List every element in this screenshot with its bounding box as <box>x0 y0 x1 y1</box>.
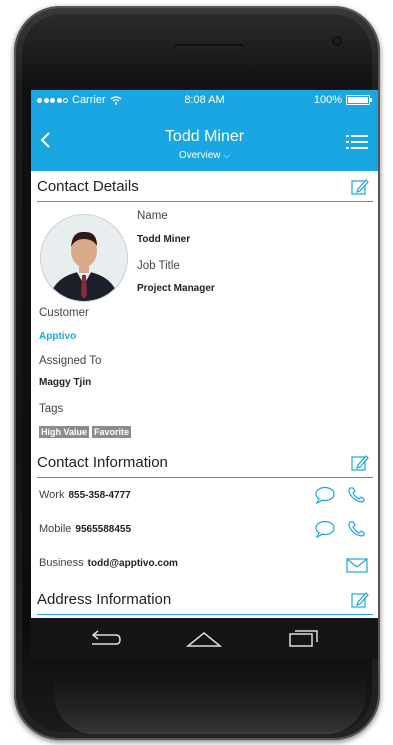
mobile-phone-label: Mobile <box>39 523 72 535</box>
work-phone-label: Work <box>39 489 65 501</box>
home-nav-icon[interactable] <box>186 626 222 650</box>
app-header: Carrier 8:08 AM 100% Todd Miner Overview… <box>31 90 378 171</box>
contact-information-heading: Contact Information <box>37 454 168 471</box>
edit-address-information-icon[interactable] <box>351 591 369 609</box>
mobile-phone-row: Mobile 9565588455 <box>39 523 131 535</box>
section-divider <box>37 614 373 615</box>
assigned-to-value: Maggy Tjin <box>39 377 92 388</box>
business-email-value: todd@apptivo.com <box>87 558 178 569</box>
tag-badge: High Value <box>39 426 90 438</box>
person-photo <box>41 215 127 301</box>
assigned-to-label: Assigned To <box>39 355 102 367</box>
earpiece-speaker <box>174 44 244 50</box>
work-phone-row: Work 855-358-4777 <box>39 489 131 501</box>
customer-link[interactable]: Apptivo <box>39 331 76 342</box>
tags-list: High Value Favorite <box>39 426 132 438</box>
contact-details-section: Contact Details <box>37 178 373 203</box>
job-title-value: Project Manager <box>137 283 215 294</box>
contact-avatar <box>40 214 128 302</box>
contact-details-heading: Contact Details <box>37 178 139 195</box>
recent-apps-nav-icon[interactable] <box>286 626 322 650</box>
contact-information-section: Contact Information <box>37 454 373 479</box>
status-right: 100% <box>313 94 372 106</box>
job-title-label: Job Title <box>137 260 180 272</box>
name-label: Name <box>137 210 168 222</box>
mobile-phone-value: 9565588455 <box>75 524 132 535</box>
front-camera <box>332 36 342 46</box>
phone-call-icon[interactable] <box>346 520 368 538</box>
back-nav-icon[interactable] <box>86 626 122 650</box>
battery-icon <box>346 95 372 105</box>
page-title: Todd Miner <box>164 128 245 145</box>
customer-label: Customer <box>39 307 89 319</box>
edit-contact-details-icon[interactable] <box>351 178 369 196</box>
chevron-down-icon: ⌵ <box>223 150 231 160</box>
battery-percent: 100% <box>313 94 342 106</box>
status-bar: Carrier 8:08 AM 100% <box>31 90 378 110</box>
address-information-section: Address Information <box>37 591 373 616</box>
business-email-row: Business todd@apptivo.com <box>39 557 178 569</box>
chat-bubble-icon[interactable] <box>314 520 336 538</box>
list-menu-icon[interactable] <box>346 134 368 150</box>
app-screen: Carrier 8:08 AM 100% Todd Miner Overview… <box>31 90 378 659</box>
phone-call-icon[interactable] <box>346 486 368 504</box>
chat-bubble-icon[interactable] <box>314 486 336 504</box>
work-phone-value: 855-358-4777 <box>68 490 131 501</box>
business-email-label: Business <box>39 557 84 569</box>
phone-chin <box>54 674 366 734</box>
mail-icon[interactable] <box>346 556 368 574</box>
name-value: Todd Miner <box>137 234 191 245</box>
android-nav-bar <box>31 618 378 659</box>
overview-dropdown[interactable]: Overview ⌵ <box>31 150 378 161</box>
tags-label: Tags <box>39 403 64 415</box>
section-divider <box>37 201 373 202</box>
address-information-heading: Address Information <box>37 591 172 608</box>
tag-badge: Favorite <box>92 426 132 438</box>
section-divider <box>37 477 373 478</box>
overview-label: Overview <box>178 150 221 161</box>
edit-contact-information-icon[interactable] <box>351 454 369 472</box>
